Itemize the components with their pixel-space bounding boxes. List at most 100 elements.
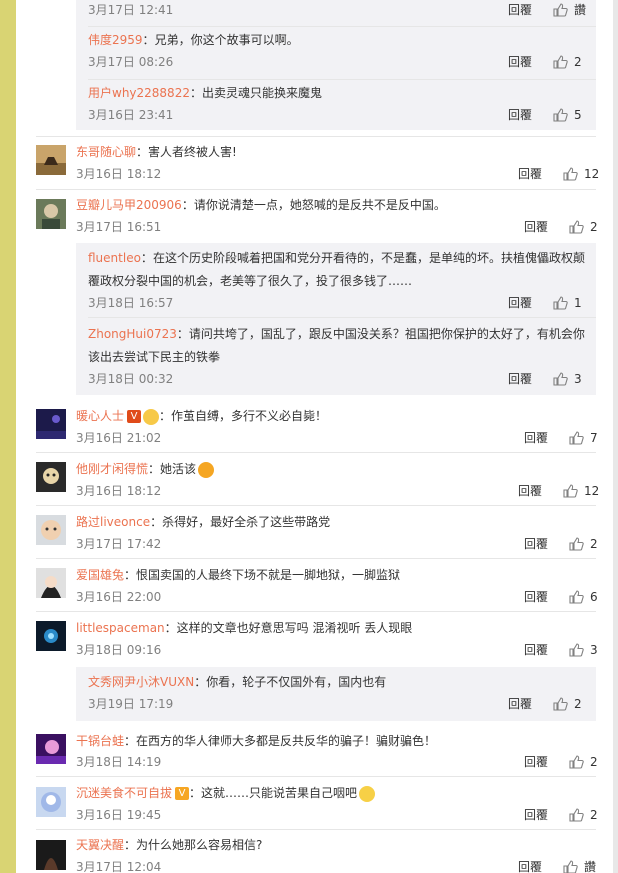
username-link[interactable]: littlespaceman: [76, 621, 165, 635]
avatar[interactable]: [36, 568, 66, 598]
timestamp: 3月17日 12:04: [76, 860, 162, 873]
comment-text: 害人者终被人害!: [148, 145, 237, 159]
username-link[interactable]: fluentleo: [88, 251, 141, 265]
divider: [36, 776, 596, 777]
username-link[interactable]: 豆瓣儿马甲200906: [76, 198, 182, 212]
divider: [36, 136, 596, 137]
like-count: 3: [574, 372, 582, 386]
thumbs-up-icon: [569, 755, 584, 769]
username-link[interactable]: 路过liveonce: [76, 515, 150, 529]
avatar[interactable]: [36, 515, 66, 545]
like-button[interactable]: 2: [569, 753, 598, 771]
like-count: 12: [584, 484, 600, 498]
like-button[interactable]: 7: [569, 429, 598, 447]
like-button[interactable]: 2: [569, 806, 598, 824]
verified-badge-icon: V: [127, 410, 142, 423]
reply-button[interactable]: 回覆: [508, 695, 532, 713]
like-count: 2: [574, 697, 582, 711]
thumbs-up-icon: [553, 108, 568, 122]
like-button[interactable]: 12: [563, 482, 599, 500]
like-button[interactable]: 6: [569, 588, 598, 606]
username-link[interactable]: 东哥随心聊: [76, 145, 136, 159]
username-link[interactable]: 沉迷美食不可自拔: [76, 786, 172, 800]
avatar[interactable]: [36, 621, 66, 651]
comment-text: 请问共垮了，国乱了，跟反中国没关系？祖国把你保护的太好了，有机会你: [188, 327, 585, 341]
like-count: 12: [584, 167, 600, 181]
reply-button[interactable]: 回覆: [524, 588, 548, 606]
thumbs-up-icon: [553, 296, 568, 310]
reply-button[interactable]: 回覆: [508, 370, 532, 388]
reply-button[interactable]: 回覆: [508, 294, 532, 312]
thumbs-up-icon: [569, 537, 584, 551]
like-button[interactable]: 2: [569, 535, 598, 553]
like-count: 2: [590, 220, 598, 234]
timestamp: 3月16日 21:02: [76, 431, 162, 445]
like-button[interactable]: 2: [553, 53, 582, 71]
comment-text: 在西方的华人律师大多都是反共反华的骗子！骗财骗色！: [136, 734, 437, 748]
comment-text: 她活该: [160, 462, 197, 476]
reply-button[interactable]: 回覆: [508, 53, 532, 71]
like-button[interactable]: 12: [563, 165, 599, 183]
reply-button[interactable]: 回覆: [518, 858, 542, 873]
timestamp: 3月17日 12:41: [88, 3, 174, 17]
divider: [36, 611, 596, 612]
timestamp: 3月16日 19:45: [76, 808, 162, 822]
timestamp: 3月18日 14:19: [76, 755, 162, 769]
thumbs-up-icon: [563, 167, 578, 181]
comment-text: 在这个历史阶段喊着把国和党分开看待的，不是蠢，是单纯的坏。扶植傀儡政权颠: [152, 251, 585, 265]
username-link[interactable]: 用户why2288822: [88, 86, 190, 100]
thumbs-up-icon: [563, 860, 578, 873]
like-button[interactable]: 3: [553, 370, 582, 388]
reply-button[interactable]: 回覆: [524, 535, 548, 553]
username-link[interactable]: 天翼决醒: [76, 838, 124, 852]
reply-button[interactable]: 回覆: [508, 106, 532, 124]
like-button[interactable]: 3: [569, 641, 598, 659]
like-count: 2: [590, 808, 598, 822]
scrollbar-track[interactable]: [613, 0, 618, 873]
like-button[interactable]: 5: [553, 106, 582, 124]
reply-button[interactable]: 回覆: [524, 806, 548, 824]
username-link[interactable]: 干锅台蛙: [76, 734, 124, 748]
thumbs-up-icon: [569, 808, 584, 822]
reply-button[interactable]: 回覆: [524, 641, 548, 659]
like-button[interactable]: 2: [569, 218, 598, 236]
comment-text: 作茧自缚，多行不义必自毙！: [171, 409, 328, 423]
username-link[interactable]: ZhongHui0723: [88, 327, 177, 341]
timestamp: 3月17日 16:51: [76, 220, 162, 234]
avatar[interactable]: [36, 734, 66, 764]
like-button[interactable]: 讚: [553, 1, 586, 19]
like-button[interactable]: 2: [553, 695, 582, 713]
like-count: 1: [574, 296, 582, 310]
thumbs-up-icon: [569, 431, 584, 445]
timestamp: 3月16日 22:00: [76, 590, 162, 604]
reply-button[interactable]: 回覆: [518, 482, 542, 500]
divider: [88, 26, 596, 27]
comment-text: 恨国卖国的人最终下场不就是一脚地狱，一脚监狱: [136, 568, 401, 582]
left-stripe: [0, 0, 16, 873]
reply-button[interactable]: 回覆: [524, 218, 548, 236]
like-count: 2: [590, 537, 598, 551]
laughing-emoji-icon: [198, 461, 215, 478]
username-link[interactable]: 伟度2959: [88, 33, 143, 47]
avatar[interactable]: [36, 145, 66, 175]
username-link[interactable]: 他刚才闲得慌: [76, 462, 148, 476]
avatar[interactable]: [36, 409, 66, 439]
reply-button[interactable]: 回覆: [524, 429, 548, 447]
comment-text: 这样的文章也好意思写吗 混淆视听 丢人现眼: [176, 621, 413, 635]
reply-button[interactable]: 回覆: [508, 1, 532, 19]
username-link[interactable]: 爱国雄兔: [76, 568, 124, 582]
like-button[interactable]: 讚: [563, 858, 596, 873]
divider: [88, 317, 596, 318]
avatar[interactable]: [36, 787, 66, 817]
reply-button[interactable]: 回覆: [518, 165, 542, 183]
avatar[interactable]: [36, 840, 66, 870]
divider: [36, 452, 596, 453]
avatar[interactable]: [36, 199, 66, 229]
reply-button[interactable]: 回覆: [524, 753, 548, 771]
username-link[interactable]: 暖心人士: [76, 409, 124, 423]
like-button[interactable]: 1: [553, 294, 582, 312]
username-link[interactable]: 文秀网尹小沐VUXN: [88, 675, 194, 689]
avatar[interactable]: [36, 462, 66, 492]
thumbs-up-icon: [569, 220, 584, 234]
timestamp: 3月17日 17:42: [76, 537, 162, 551]
